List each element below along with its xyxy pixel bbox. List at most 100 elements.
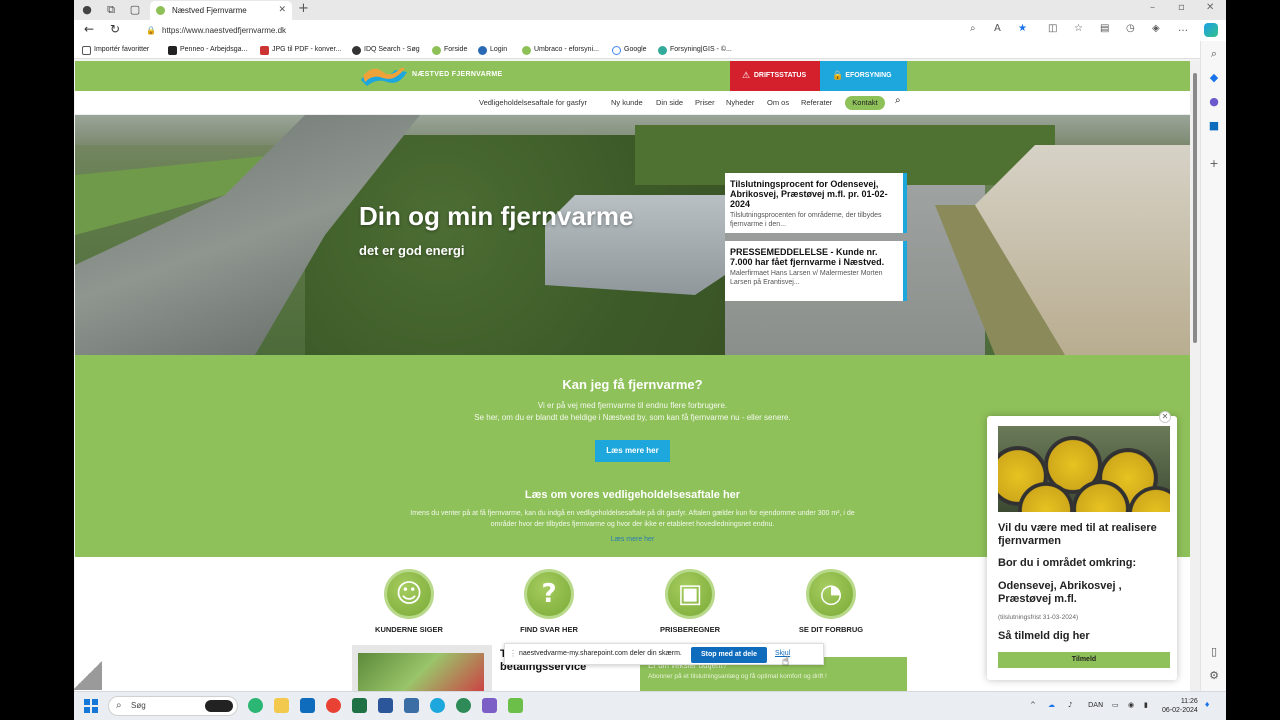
address-bar[interactable]: 🔒 https://www.naestvedfjernvarme.dk [136, 22, 976, 39]
popup-close-icon[interactable]: ✕ [1159, 411, 1171, 423]
menu-ny-kunde[interactable]: Ny kunde [611, 98, 643, 107]
app-blue-icon[interactable] [430, 698, 445, 713]
history-icon[interactable]: ◷ [1126, 23, 1135, 34]
news-desc: Malerfirmaet Hans Larsen v/ Malermester … [730, 270, 883, 286]
fav-umbraco[interactable]: Umbraco - eforsyni... [522, 44, 599, 56]
se-dit-forbrug-card[interactable]: ◔ SE DIT FORBRUG [776, 569, 886, 634]
word-icon[interactable] [378, 698, 393, 713]
settings-gear-icon[interactable]: ⚙ [1207, 669, 1221, 683]
sidebar-layout-icon[interactable]: ▯ [1207, 645, 1221, 659]
popup-heading: Vil du være med til at realisere fjernva… [998, 522, 1157, 547]
start-icon[interactable] [84, 699, 98, 713]
games-icon[interactable]: ● [1207, 95, 1221, 109]
search-sidebar-icon[interactable]: ⌕ [1207, 47, 1221, 61]
eforsyning-button[interactable]: 🔒 EFORSYNING [820, 61, 907, 91]
fav-penneo[interactable]: Penneo - Arbejdsga... [168, 44, 247, 56]
notification-icon[interactable]: ♦ [1204, 701, 1210, 709]
teams-icon[interactable] [482, 698, 497, 713]
file-explorer-icon[interactable] [274, 698, 289, 713]
betalingsservice-image[interactable] [352, 645, 492, 691]
tray-chevron-icon[interactable]: ^ [1030, 701, 1036, 709]
clock-date: 06-02-2024 [1162, 707, 1198, 714]
tilmeld-button[interactable]: Tilmeld [998, 652, 1170, 668]
profile-icon[interactable]: ● [80, 3, 94, 17]
excel-icon[interactable] [352, 698, 367, 713]
fav-jpg-pdf[interactable]: JPG til PDF - konver... [260, 44, 341, 56]
edge-icon[interactable] [248, 698, 263, 713]
onedrive-icon[interactable]: ☁ [1048, 701, 1055, 709]
language-indicator[interactable]: DAN [1088, 701, 1103, 709]
driftsstatus-button[interactable]: ⚠ DRIFTSSTATUS [730, 61, 820, 91]
battery-icon[interactable]: ▮ [1144, 701, 1148, 709]
site-logo[interactable] [359, 64, 409, 88]
split-screen-icon[interactable]: ◫ [1048, 23, 1057, 34]
app-icon[interactable] [404, 698, 419, 713]
menu-nyheder[interactable]: Nyheder [726, 98, 754, 107]
lock-icon[interactable]: 🔒 [146, 22, 156, 39]
refresh-icon[interactable]: ↻ [110, 22, 120, 36]
network-icon[interactable]: ◉ [1128, 701, 1134, 709]
find-svar-card[interactable]: ? FIND SVAR HER [494, 569, 604, 634]
minimize-icon[interactable]: – [1150, 2, 1155, 13]
fav-forsyning-gis[interactable]: Forsyning|GIS - ©... [658, 44, 732, 56]
menu-din-side[interactable]: Din side [656, 98, 683, 107]
shopping-icon[interactable]: ◆ [1207, 71, 1221, 85]
read-aloud-icon[interactable]: A [994, 23, 1001, 34]
display-icon[interactable]: ▭ [1112, 701, 1119, 709]
add-sidebar-icon[interactable]: + [1207, 157, 1221, 171]
tab-actions-icon[interactable]: ▢ [128, 3, 142, 17]
news-card-1[interactable]: Tilslutningsprocent for Odensevej, Abrik… [725, 173, 907, 233]
news-card-2[interactable]: PRESSEMEDDELELSE - Kunde nr. 7.000 har f… [725, 241, 907, 301]
page-scrollbar[interactable] [1190, 61, 1200, 691]
outlook-icon[interactable]: ■ [1207, 119, 1221, 133]
menu-referater[interactable]: Referater [801, 98, 832, 107]
search-label: Søg [131, 701, 146, 710]
close-window-icon[interactable]: ✕ [1206, 2, 1214, 13]
site-search-icon[interactable]: ⌕ [895, 95, 901, 106]
kontakt-button[interactable]: Kontakt [845, 96, 885, 110]
scrollbar-thumb[interactable] [1193, 73, 1197, 343]
new-tab-icon[interactable]: + [298, 1, 309, 16]
fav-google[interactable]: Google [612, 44, 647, 56]
favorites-icon[interactable]: ☆ [1074, 23, 1083, 34]
app-green-icon[interactable] [456, 698, 471, 713]
tab-naestved[interactable]: Næstved Fjernvarme ✕ [150, 1, 292, 20]
card-label: FIND SVAR HER [520, 625, 578, 634]
maximize-icon[interactable]: ▫ [1178, 2, 1185, 13]
taskbar-search[interactable]: ⌕ Søg [108, 696, 238, 716]
menu-priser[interactable]: Priser [695, 98, 715, 107]
microphone-icon[interactable]: ♪ [1068, 701, 1072, 709]
kunderne-siger-card[interactable]: ☺ KUNDERNE SIGER [354, 569, 464, 634]
popup-areas: Odensevej, Abrikosvej , Præstøvej m.fl. [998, 580, 1122, 605]
fav-login[interactable]: Login [478, 44, 507, 56]
fav-import[interactable]: Importér favoritter [82, 44, 149, 56]
menu-om-os[interactable]: Om os [767, 98, 789, 107]
fav-idq[interactable]: IDQ Search - Søg [352, 44, 420, 56]
site-top-bar: NÆSTVED FJERNVARME ⚠ DRIFTSSTATUS 🔒 EFOR… [75, 61, 1190, 91]
popup-subheading: Bor du i området omkring: [998, 557, 1137, 569]
chrome-icon[interactable] [326, 698, 341, 713]
card-label: KUNDERNE SIGER [375, 625, 443, 634]
zoom-icon[interactable]: ⌕ [970, 23, 976, 34]
clock[interactable]: 11:26 06-02-2024 [1162, 697, 1198, 715]
stop-sharing-button[interactable]: Stop med at dele [691, 647, 767, 663]
pipes-image [998, 426, 1170, 512]
back-icon[interactable]: ← [84, 22, 94, 36]
page-corner-icon[interactable] [74, 660, 102, 690]
collections-icon[interactable]: ▤ [1100, 23, 1109, 34]
drag-handle-icon[interactable]: ⋮ [509, 649, 517, 658]
favorite-star-icon[interactable]: ★ [1018, 23, 1027, 34]
app-lime-icon[interactable] [508, 698, 523, 713]
outlook-taskbar-icon[interactable] [300, 698, 315, 713]
menu-vedligehold[interactable]: Vedligeholdelsesaftale for gasfyr [479, 98, 587, 107]
extensions-icon[interactable]: ◈ [1152, 23, 1160, 34]
laes-mere-button[interactable]: Læs mere her [595, 440, 670, 462]
veksler-text: Abonner på et tilslutningsanlæg og få op… [648, 673, 827, 680]
copilot-icon[interactable] [1204, 23, 1218, 37]
close-tab-icon[interactable]: ✕ [278, 1, 286, 20]
prisberegner-card[interactable]: ▣ PRISBEREGNER [635, 569, 745, 634]
more-menu-icon[interactable]: … [1178, 23, 1188, 34]
lock-icon: 🔒 [832, 71, 844, 81]
fav-forside[interactable]: Forside [432, 44, 467, 56]
workspaces-icon[interactable]: ⧉ [104, 3, 118, 17]
